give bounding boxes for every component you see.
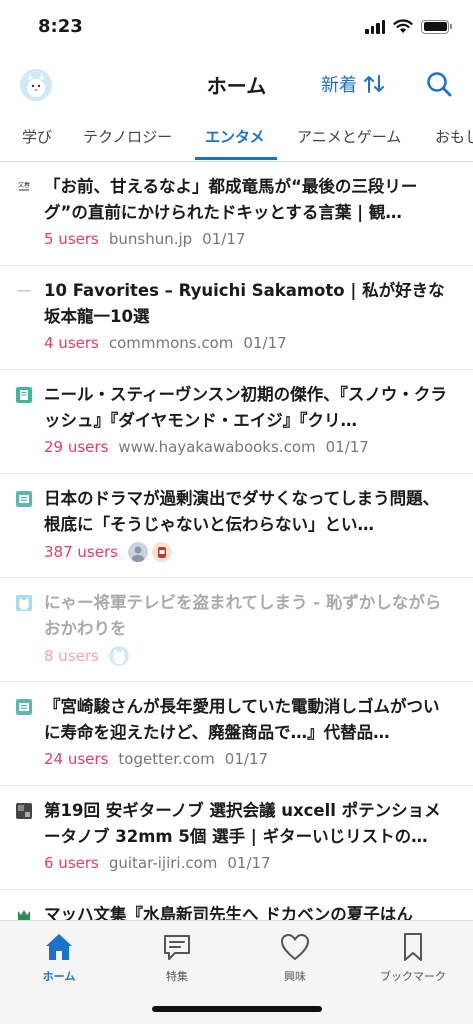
nav-interests[interactable]: 興味: [240, 931, 350, 984]
item-date: 01/17: [325, 438, 369, 456]
page-title: ホーム: [206, 74, 267, 98]
hatena-blog-favicon-icon: [16, 595, 32, 611]
nav-home[interactable]: ホーム: [4, 931, 114, 984]
list-item[interactable]: 10 Favorites – Ryuichi Sakamoto | 私が好きな坂…: [0, 266, 473, 370]
item-date: 01/17: [202, 230, 246, 248]
nav-label: 興味: [284, 970, 306, 983]
nav-bookmarks[interactable]: ブックマーク: [358, 931, 468, 984]
list-item[interactable]: 第19回 安ギターノブ 選択会議 uxcell ポテンショメータノブ 32mm …: [0, 786, 473, 890]
item-domain: bunshun.jp: [108, 230, 193, 248]
anond-favicon-icon: [16, 491, 32, 507]
category-tabs: 学び テクノロジー エンタメ アニメとゲーム おもし: [0, 112, 473, 162]
bookmark-icon: [404, 933, 422, 961]
heart-icon: [281, 934, 309, 960]
tab-entame[interactable]: エンタメ: [205, 126, 265, 147]
search-icon[interactable]: [425, 70, 453, 98]
header: ホーム 新着: [0, 56, 473, 112]
bunshun-favicon-icon: 文春: [16, 179, 32, 195]
sort-button[interactable]: 新着: [321, 71, 385, 97]
user-count: 24 users: [44, 750, 109, 768]
hayakawa-favicon-icon: [16, 387, 32, 403]
user-avatar-icon: [108, 646, 129, 666]
svg-text:文春: 文春: [18, 181, 30, 189]
nav-label: 特集: [166, 970, 188, 983]
item-domain: togetter.com: [118, 750, 215, 768]
item-meta: 387 users: [44, 542, 176, 562]
wifi-icon: [393, 19, 413, 33]
home-icon: [46, 934, 72, 960]
list-item[interactable]: 『宮崎駿さんが長年愛用していた電動消しゴムがついに寿命を迎えたけど、廃盤商品で……: [0, 682, 473, 786]
user-count: 29 users: [44, 438, 109, 456]
list-item[interactable]: 文春 「お前、甘えるなよ」都成竜馬が“最後の三段リーグ”の直前にかけられたドキッ…: [0, 162, 473, 266]
item-meta: 24 users togetter.com 01/17: [44, 750, 268, 768]
item-domain: commmons.com: [108, 334, 234, 352]
status-icons: [365, 19, 452, 34]
item-title: 「お前、甘えるなよ」都成竜馬が“最後の三段リーグ”の直前にかけられたドキッとする…: [44, 177, 418, 222]
item-date: 01/17: [243, 334, 287, 352]
item-title: 日本のドラマが過剰演出でダサくなってしまう問題、根底に「そうじゃないと伝わらない…: [44, 489, 440, 534]
user-count: 5 users: [44, 230, 99, 248]
tab-omoshiro[interactable]: おもし: [435, 126, 473, 147]
item-title: 『宮崎駿さんが長年愛用していた電動消しゴムがついに寿命を迎えたけど、廃盤商品で……: [44, 697, 440, 742]
item-domain: www.hayakawabooks.com: [118, 438, 316, 456]
status-bar: 8:23: [0, 0, 473, 56]
user-count: 6 users: [44, 854, 99, 872]
item-title: 10 Favorites – Ryuichi Sakamoto | 私が好きな坂…: [44, 281, 445, 326]
nav-label: ブックマーク: [380, 970, 446, 983]
active-tab-indicator: [195, 157, 277, 160]
battery-icon: [421, 19, 452, 34]
commmons-favicon-icon: [17, 290, 31, 292]
item-title: 第19回 安ギターノブ 選択会議 uxcell ポテンショメータノブ 32mm …: [44, 801, 441, 846]
nav-label: ホーム: [42, 970, 76, 983]
item-meta: 4 users commmons.com 01/17: [44, 334, 287, 352]
guitar-ijiri-favicon-icon: [16, 803, 32, 819]
sort-label: 新着: [321, 75, 357, 96]
item-meta: 8 users: [44, 646, 133, 666]
item-meta: 6 users guitar-ijiri.com 01/17: [44, 854, 271, 872]
user-count: 387 users: [44, 543, 118, 561]
user-avatar-icon: [127, 542, 148, 562]
user-avatar-icon: [151, 542, 172, 562]
item-meta: 5 users bunshun.jp 01/17: [44, 230, 245, 248]
list-item[interactable]: ニール・スティーヴンスン初期の傑作、『スノウ・クラッシュ』『ダイヤモンド・エイジ…: [0, 370, 473, 474]
item-title: にゃー将軍テレビを盗まれてしまう - 恥ずかしながら おかわりを: [44, 593, 442, 638]
item-date: 01/17: [224, 750, 269, 768]
item-date: 01/17: [227, 854, 271, 872]
tab-anime-game[interactable]: アニメとゲーム: [297, 126, 401, 147]
sort-arrows-icon: [364, 75, 384, 93]
user-count: 8 users: [44, 647, 99, 665]
list-item[interactable]: 日本のドラマが過剰演出でダサくなってしまう問題、根底に「そうじゃないと伝わらない…: [0, 474, 473, 578]
user-count: 4 users: [44, 334, 99, 352]
tab-technology[interactable]: テクノロジー: [83, 126, 172, 147]
chat-icon: [164, 935, 190, 960]
item-title: ニール・スティーヴンスン初期の傑作、『スノウ・クラッシュ』『ダイヤモンド・エイジ…: [44, 385, 447, 430]
item-domain: guitar-ijiri.com: [108, 854, 218, 872]
togetter-favicon-icon: [16, 699, 32, 715]
status-time: 8:23: [38, 16, 83, 37]
nav-features[interactable]: 特集: [122, 931, 232, 984]
list-item[interactable]: にゃー将軍テレビを盗まれてしまう - 恥ずかしながら おかわりを 8 users: [0, 578, 473, 682]
home-indicator: [152, 1006, 322, 1012]
item-meta: 29 users www.hayakawabooks.com 01/17: [44, 438, 369, 456]
tab-manabi[interactable]: 学び: [22, 126, 52, 147]
signal-icon: [365, 19, 385, 34]
